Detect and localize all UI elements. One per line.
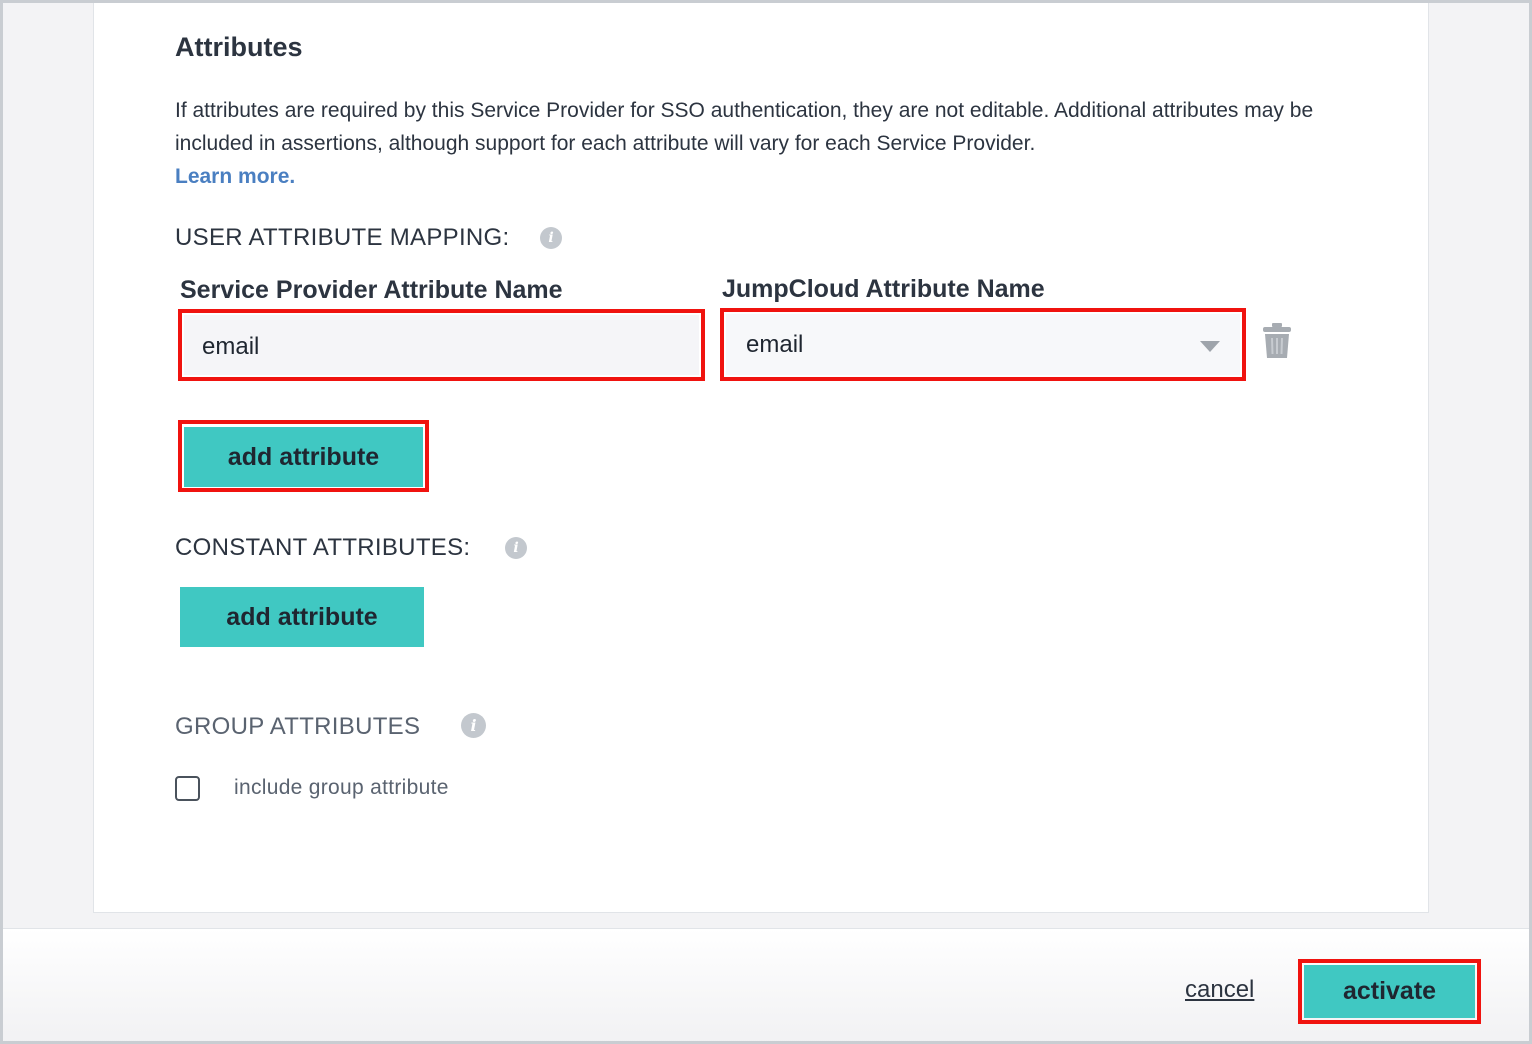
info-icon[interactable]: i <box>505 537 527 559</box>
jc-attribute-name-header: JumpCloud Attribute Name <box>722 275 1045 303</box>
attributes-description: If attributes are required by this Servi… <box>175 94 1375 193</box>
add-user-attribute-button[interactable]: add attribute <box>184 427 423 487</box>
trash-icon[interactable] <box>1262 323 1292 359</box>
learn-more-link[interactable]: Learn more. <box>175 165 295 188</box>
section-heading: Attributes <box>175 32 303 62</box>
info-icon[interactable]: i <box>540 227 562 249</box>
include-group-attribute-checkbox[interactable] <box>175 776 200 801</box>
sp-attribute-name-input[interactable] <box>184 315 699 375</box>
sp-attribute-name-header: Service Provider Attribute Name <box>180 276 563 304</box>
jc-attribute-name-select[interactable]: email <box>726 314 1240 375</box>
cancel-link[interactable]: cancel <box>1185 976 1254 1004</box>
add-constant-attribute-button[interactable]: add attribute <box>180 587 424 647</box>
jc-attribute-selected-value: email <box>746 330 804 358</box>
activate-button[interactable]: activate <box>1304 965 1475 1018</box>
info-icon[interactable]: i <box>461 713 486 738</box>
user-attribute-mapping-label: USER ATTRIBUTE MAPPING: <box>175 224 510 251</box>
include-group-attribute-label[interactable]: include group attribute <box>234 776 449 800</box>
group-attributes-label: GROUP ATTRIBUTES <box>175 713 421 740</box>
constant-attributes-label: CONSTANT ATTRIBUTES: <box>175 534 471 561</box>
chevron-down-icon <box>1200 341 1220 352</box>
description-text: If attributes are required by this Servi… <box>175 99 1314 155</box>
